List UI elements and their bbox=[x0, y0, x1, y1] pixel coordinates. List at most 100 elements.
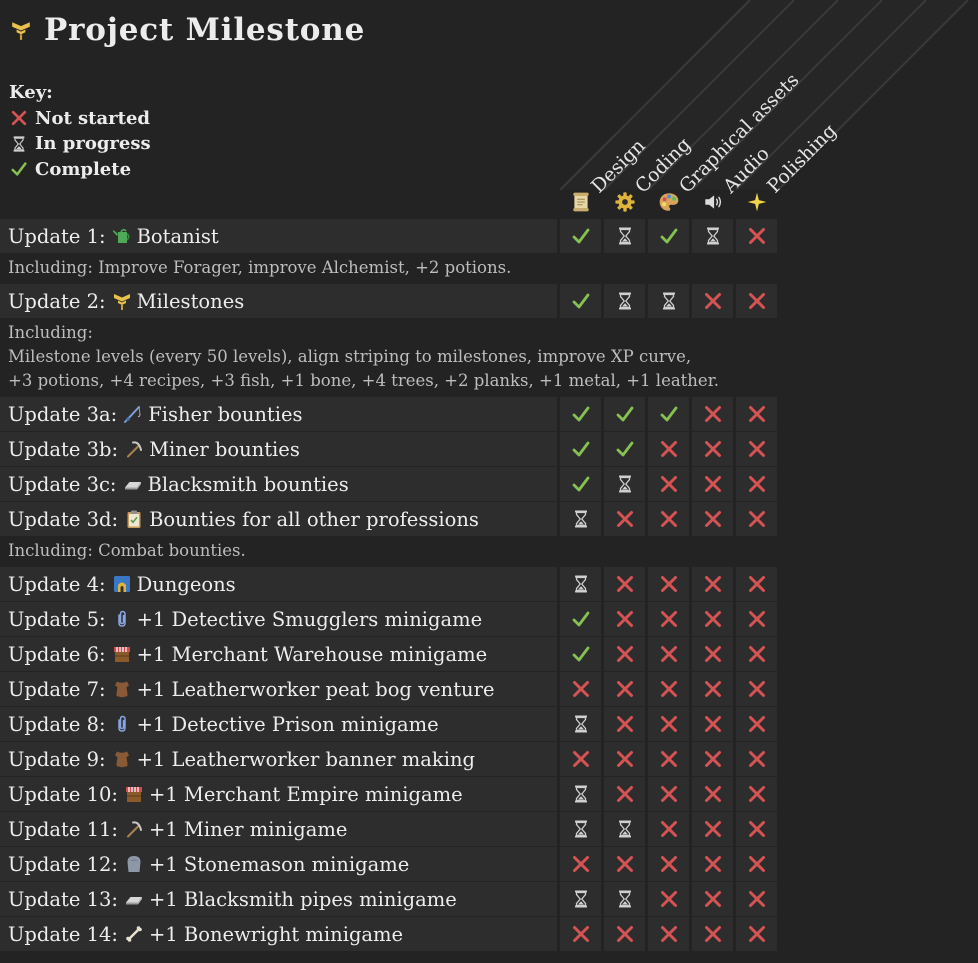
legend-label: Not started bbox=[35, 107, 150, 129]
x-icon bbox=[659, 714, 679, 734]
x-icon bbox=[659, 784, 679, 804]
x-icon bbox=[703, 749, 723, 769]
x-icon bbox=[659, 609, 679, 629]
hourglass-icon bbox=[615, 889, 635, 909]
update-notes: Including: Milestone levels (every 50 lev… bbox=[0, 318, 778, 396]
status-cell-coding bbox=[604, 742, 645, 776]
table-row: Update 3a: Fisher bounties bbox=[0, 397, 778, 431]
status-cell-polishing bbox=[736, 397, 777, 431]
update-name-cell: Update 3b: Miner bounties bbox=[0, 432, 557, 466]
status-cell-audio bbox=[692, 777, 733, 811]
update-number: Update 13: bbox=[8, 887, 118, 911]
status-cell-design bbox=[560, 812, 601, 846]
x-icon bbox=[659, 439, 679, 459]
status-cell-design bbox=[560, 917, 601, 951]
update-name-cell: Update 3a: Fisher bounties bbox=[0, 397, 557, 431]
checkmark-icon bbox=[659, 226, 679, 246]
update-title: Dungeons bbox=[136, 572, 236, 596]
status-cell-graphical-assets bbox=[648, 602, 689, 636]
status-cell-polishing bbox=[736, 882, 777, 916]
checkmark-icon bbox=[9, 160, 29, 178]
status-cell-coding bbox=[604, 397, 645, 431]
status-cell-polishing bbox=[736, 637, 777, 671]
legend-item: Complete bbox=[9, 157, 151, 183]
hourglass-icon bbox=[659, 291, 679, 311]
x-icon bbox=[615, 574, 635, 594]
hourglass-icon bbox=[571, 889, 591, 909]
x-icon bbox=[703, 509, 723, 529]
update-name-cell: Update 7: +1 Leatherworker peat bog ventu… bbox=[0, 672, 557, 706]
update-notes: Including: Combat bounties. bbox=[0, 536, 778, 566]
status-cell-graphical-assets bbox=[648, 707, 689, 741]
status-cell-polishing bbox=[736, 847, 777, 881]
status-cell-audio bbox=[692, 917, 733, 951]
legend-item: Not started bbox=[9, 106, 151, 132]
table-row: Update 2: Milestones bbox=[0, 284, 778, 318]
x-icon bbox=[747, 854, 767, 874]
status-cell-polishing bbox=[736, 707, 777, 741]
update-title: Milestones bbox=[136, 289, 245, 313]
status-cell-polishing bbox=[736, 467, 777, 501]
stone-icon bbox=[124, 854, 144, 874]
status-cell-graphical-assets bbox=[648, 467, 689, 501]
x-icon bbox=[747, 509, 767, 529]
x-icon bbox=[659, 924, 679, 944]
update-title: +1 Leatherworker banner making bbox=[136, 747, 476, 771]
x-icon bbox=[703, 474, 723, 494]
update-name-cell: Update 10: +1 Merchant Empire minigame bbox=[0, 777, 557, 811]
checkmark-icon bbox=[615, 404, 635, 424]
status-cell-graphical-assets bbox=[648, 742, 689, 776]
status-cell-polishing bbox=[736, 502, 777, 536]
table-row: Update 14: +1 Bonewright minigame bbox=[0, 917, 778, 951]
table-row: Update 3d: Bounties for all other profess… bbox=[0, 502, 778, 536]
note-line: Milestone levels (every 50 levels), alig… bbox=[8, 347, 692, 366]
table-row: Update 6: +1 Merchant Warehouse minigame bbox=[0, 637, 778, 671]
x-icon bbox=[747, 404, 767, 424]
status-cell-audio bbox=[692, 502, 733, 536]
x-icon bbox=[659, 679, 679, 699]
checkmark-icon bbox=[571, 226, 591, 246]
x-icon bbox=[703, 439, 723, 459]
page-header: Project Milestone bbox=[10, 10, 365, 50]
table-row: Update 7: +1 Leatherworker peat bog ventu… bbox=[0, 672, 778, 706]
status-cell-audio bbox=[692, 812, 733, 846]
note-line: Including: Combat bounties. bbox=[8, 541, 246, 560]
x-icon bbox=[659, 644, 679, 664]
bone-icon bbox=[124, 924, 144, 944]
table-row: Update 3c: Blacksmith bounties bbox=[0, 467, 778, 501]
x-icon bbox=[659, 574, 679, 594]
legend-heading: Key: bbox=[9, 82, 53, 103]
pickaxe-icon bbox=[124, 439, 144, 459]
update-title: +1 Detective Prison minigame bbox=[136, 712, 439, 736]
update-name-cell: Update 1: Botanist bbox=[0, 219, 557, 253]
update-title: +1 Leatherworker peat bog venture bbox=[136, 677, 495, 701]
hourglass-icon bbox=[703, 226, 723, 246]
checkmark-icon bbox=[571, 291, 591, 311]
note-line: Including: Improve Forager, improve Alch… bbox=[8, 258, 512, 277]
x-icon bbox=[747, 226, 767, 246]
checkmark-icon bbox=[571, 439, 591, 459]
paperclip-icon bbox=[112, 609, 132, 629]
status-cell-audio bbox=[692, 397, 733, 431]
milestone-icon bbox=[112, 291, 132, 311]
status-cell-polishing bbox=[736, 917, 777, 951]
update-name-cell: Update 13: +1 Blacksmith pipes minigame bbox=[0, 882, 557, 916]
table-row: Update 9: +1 Leatherworker banner making bbox=[0, 742, 778, 776]
status-cell-coding bbox=[604, 672, 645, 706]
status-cell-audio bbox=[692, 602, 733, 636]
ingot-icon bbox=[124, 889, 144, 909]
status-cell-audio bbox=[692, 219, 733, 253]
status-cell-design bbox=[560, 567, 601, 601]
note-line: Including: bbox=[8, 323, 93, 342]
checkmark-icon bbox=[571, 404, 591, 424]
status-cell-design bbox=[560, 742, 601, 776]
x-icon bbox=[747, 609, 767, 629]
x-icon bbox=[703, 889, 723, 909]
status-cell-coding bbox=[604, 567, 645, 601]
x-icon bbox=[615, 509, 635, 529]
status-cell-polishing bbox=[736, 602, 777, 636]
status-cell-coding bbox=[604, 602, 645, 636]
x-icon bbox=[703, 819, 723, 839]
status-cell-graphical-assets bbox=[648, 284, 689, 318]
status-cell-design bbox=[560, 219, 601, 253]
